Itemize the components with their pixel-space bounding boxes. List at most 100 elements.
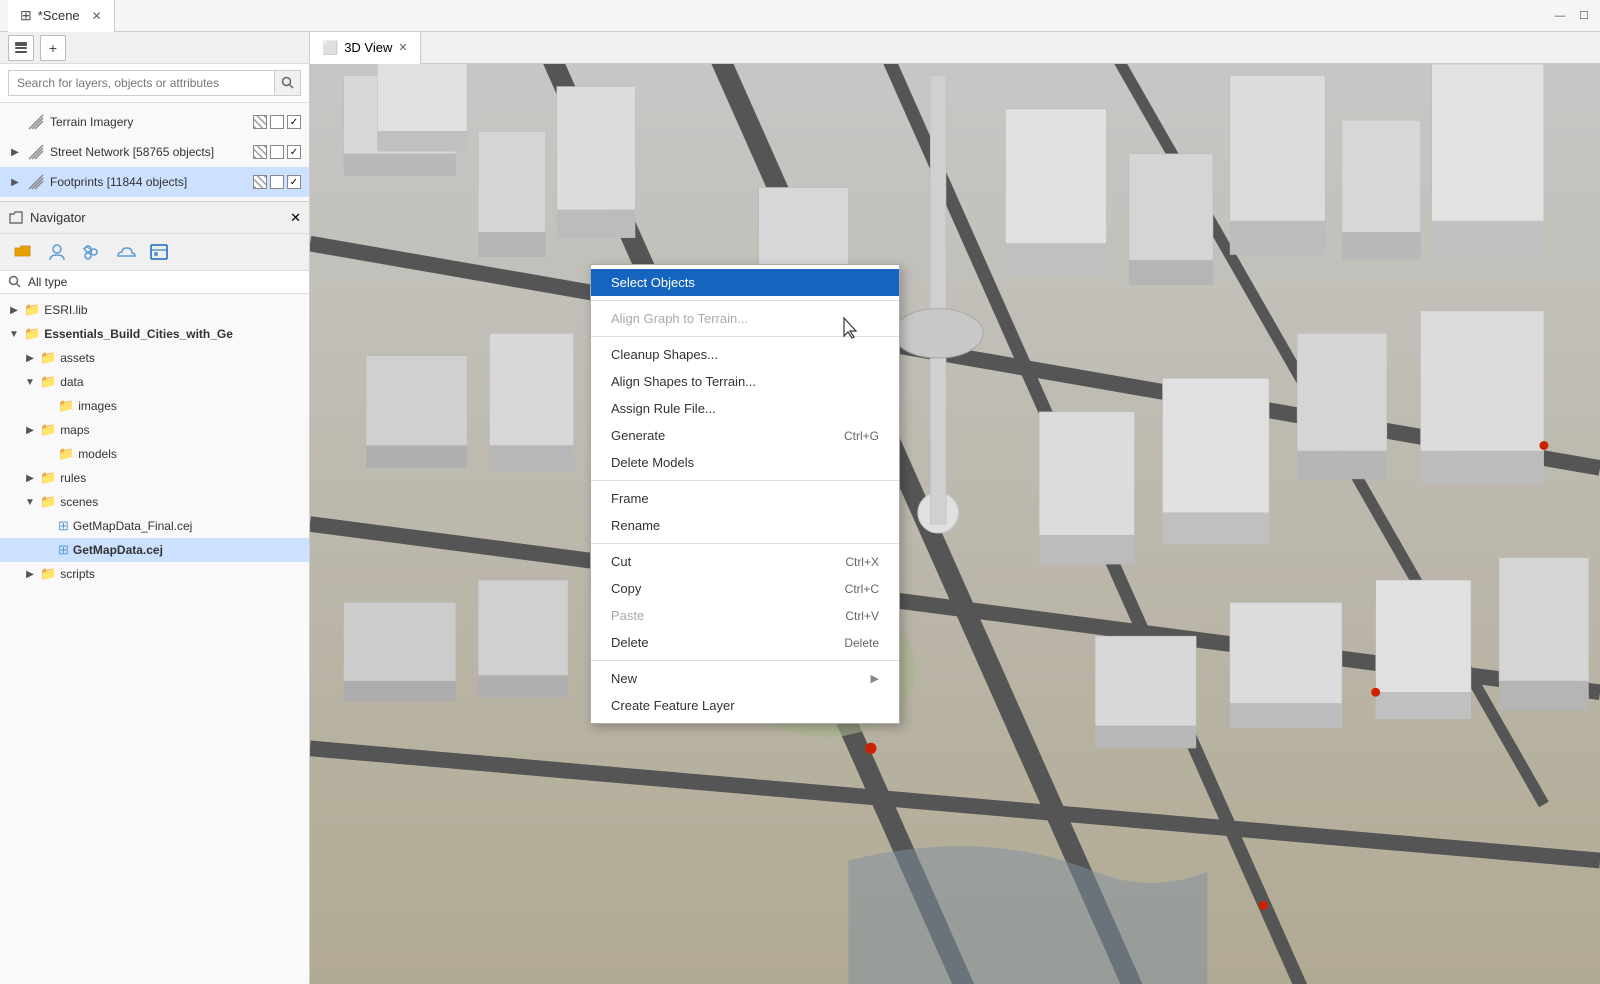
terrain-check-empty[interactable] [270, 115, 284, 129]
navigator-close[interactable]: ✕ [290, 210, 301, 226]
add-layer-button[interactable]: + [40, 35, 66, 61]
street-check-empty[interactable] [270, 145, 284, 159]
search-icon [281, 76, 295, 90]
tree-item-esrilib[interactable]: ▶ 📁 ESRI.lib [0, 298, 309, 322]
navigator-header: Navigator ✕ [0, 202, 309, 234]
tree-item-images[interactable]: 📁 images [0, 394, 309, 418]
tree-item-data[interactable]: ▼ 📁 data [0, 370, 309, 394]
ctx-new[interactable]: New ▶ [591, 665, 899, 692]
file-tree: ▶ 📁 ESRI.lib ▼ 📁 Essentials_Build_Cities… [0, 294, 309, 984]
tree-item-getmapdatafinal[interactable]: ⊞ GetMapData_Final.cej [0, 514, 309, 538]
street-check-pattern[interactable] [253, 145, 267, 159]
ctx-sep-5 [591, 660, 899, 661]
esrilib-label: ESRI.lib [44, 303, 87, 317]
scene-tab-close[interactable]: ✕ [92, 9, 102, 23]
ctx-rename[interactable]: Rename [591, 512, 899, 539]
cloud-icon [114, 242, 136, 262]
scene-tab[interactable]: ⊞ *Scene ✕ [8, 0, 115, 32]
nav-type-label: All type [28, 275, 67, 289]
getmapfinal-expand [42, 520, 54, 532]
3d-view-tab[interactable]: ⬜ 3D View ✕ [310, 32, 421, 64]
scripts-expand: ▶ [24, 568, 36, 580]
ctx-assign-rule[interactable]: Assign Rule File... [591, 395, 899, 422]
tree-item-assets[interactable]: ▶ 📁 assets [0, 346, 309, 370]
title-bar: ⊞ *Scene ✕ — ☐ [0, 0, 1600, 32]
ctx-new-label: New [611, 671, 637, 686]
open-folder-icon [13, 242, 33, 262]
nav-map-btn[interactable] [144, 238, 174, 266]
footprints-check-pattern[interactable] [253, 175, 267, 189]
scene-panel: + [0, 32, 309, 202]
layers-icon-btn[interactable] [8, 35, 34, 61]
scene-tab-label: *Scene [38, 8, 80, 23]
tree-item-scenes[interactable]: ▼ 📁 scenes [0, 490, 309, 514]
tree-item-models[interactable]: 📁 models [0, 442, 309, 466]
ctx-cleanup-shapes[interactable]: Cleanup Shapes... [591, 341, 899, 368]
models-label: models [78, 447, 117, 461]
ctx-create-feature-layer[interactable]: Create Feature Layer [591, 692, 899, 719]
street-expand[interactable]: ▶ [8, 145, 22, 159]
assets-expand: ▶ [24, 352, 36, 364]
ctx-align-shapes[interactable]: Align Shapes to Terrain... [591, 368, 899, 395]
nav-cloud-btn[interactable] [110, 238, 140, 266]
footprints-expand[interactable]: ▶ [8, 175, 22, 189]
context-menu: Select Objects Align Graph to Terrain...… [590, 264, 900, 724]
project-icon: 📁 [24, 326, 40, 342]
navigator-title: Navigator [30, 210, 284, 225]
getmapdata-expand [42, 544, 54, 556]
scene-3d[interactable]: Select Objects Align Graph to Terrain...… [310, 64, 1600, 984]
ctx-align-graph: Align Graph to Terrain... [591, 305, 899, 332]
ctx-sep-4 [591, 543, 899, 544]
ctx-copy[interactable]: Copy Ctrl+C [591, 575, 899, 602]
maximize-button[interactable]: ☐ [1576, 8, 1592, 24]
tree-item-rules[interactable]: ▶ 📁 rules [0, 466, 309, 490]
ctx-cut[interactable]: Cut Ctrl+X [591, 548, 899, 575]
layers-tab-icon: ⊞ [20, 7, 32, 24]
street-layer-name: Street Network [58765 objects] [50, 145, 249, 159]
getmapdata-icon: ⊞ [58, 542, 69, 558]
scenes-label: scenes [60, 495, 98, 509]
nav-open-btn[interactable] [8, 238, 38, 266]
ctx-paste-shortcut: Ctrl+V [845, 609, 879, 623]
ctx-delete[interactable]: Delete Delete [591, 629, 899, 656]
ctx-frame[interactable]: Frame [591, 485, 899, 512]
assets-label: assets [60, 351, 95, 365]
terrain-check-pattern[interactable] [253, 115, 267, 129]
footprints-layer-controls: ✓ [253, 175, 301, 189]
terrain-check-visible[interactable]: ✓ [287, 115, 301, 129]
layer-item-street[interactable]: ▶ Street Network [58765 objects] [0, 137, 309, 167]
ctx-select-objects[interactable]: Select Objects [591, 269, 899, 296]
footprints-check-empty[interactable] [270, 175, 284, 189]
footprints-layer-icon [26, 172, 46, 192]
ctx-delete-models[interactable]: Delete Models [591, 449, 899, 476]
nav-person-btn[interactable] [42, 238, 72, 266]
layer-item-terrain[interactable]: Terrain Imagery ✓ [0, 107, 309, 137]
navigator-folder-icon [8, 210, 24, 226]
3d-view-tab-close[interactable]: ✕ [398, 41, 407, 54]
ctx-sep-1 [591, 300, 899, 301]
street-check-visible[interactable]: ✓ [287, 145, 301, 159]
tree-item-maps[interactable]: ▶ 📁 maps [0, 418, 309, 442]
layer-search-button[interactable] [275, 70, 301, 96]
models-icon: 📁 [58, 446, 74, 462]
getmapfinal-icon: ⊞ [58, 518, 69, 534]
tree-item-project[interactable]: ▼ 📁 Essentials_Build_Cities_with_Ge [0, 322, 309, 346]
terrain-layer-icon [26, 112, 46, 132]
layer-search-input[interactable] [8, 70, 275, 96]
nav-share-btn[interactable] [76, 238, 106, 266]
tree-item-getmapdata[interactable]: ⊞ GetMapData.cej [0, 538, 309, 562]
user-icon [47, 242, 67, 262]
minimize-button[interactable]: — [1552, 8, 1568, 24]
esrilib-icon: 📁 [24, 302, 40, 318]
tree-item-scripts[interactable]: ▶ 📁 scripts [0, 562, 309, 586]
footprints-check-visible[interactable]: ✓ [287, 175, 301, 189]
ctx-select-objects-label: Select Objects [611, 275, 695, 290]
layers-svg-icon [13, 40, 29, 56]
map-icon [148, 242, 170, 262]
layer-item-footprints[interactable]: ▶ Footprints [11844 objects] [0, 167, 309, 197]
terrain-layer-controls: ✓ [253, 115, 301, 129]
ctx-cleanup-label: Cleanup Shapes... [611, 347, 718, 362]
ctx-generate[interactable]: Generate Ctrl+G [591, 422, 899, 449]
view-tab-bar: ⬜ 3D View ✕ [310, 32, 1600, 64]
share-icon [80, 242, 102, 262]
